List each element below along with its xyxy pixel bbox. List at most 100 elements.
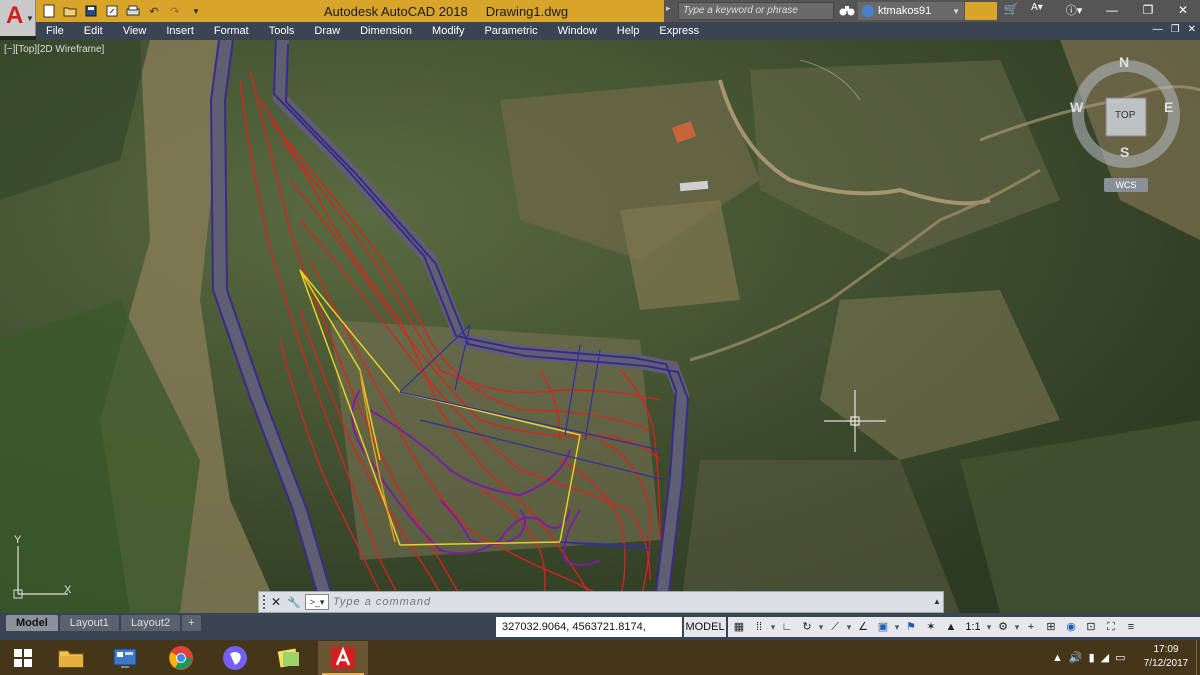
annotation-visibility-icon[interactable]: ⚑ (902, 618, 920, 636)
undo-icon[interactable]: ↶ (145, 3, 163, 19)
menu-insert[interactable]: Insert (156, 22, 204, 40)
menu-file[interactable]: File (36, 22, 74, 40)
command-input[interactable] (333, 593, 927, 611)
doc-restore-button[interactable]: ❐ (1171, 24, 1180, 35)
menu-window[interactable]: Window (548, 22, 607, 40)
workspace-gear-icon[interactable]: ⚙ (994, 618, 1012, 636)
units-icon[interactable]: ⊞ (1042, 618, 1060, 636)
isolate-objects-icon[interactable]: ◉ (1062, 618, 1080, 636)
menu-help[interactable]: Help (607, 22, 650, 40)
customize-icon[interactable]: ▾ (187, 3, 205, 19)
auto-scale-icon[interactable]: ✶ (922, 618, 940, 636)
tab-model[interactable]: Model (6, 615, 58, 631)
save-as-icon[interactable] (103, 3, 121, 19)
application-menu-button[interactable]: A ▼ (0, 0, 36, 36)
menu-draw[interactable]: Draw (304, 22, 350, 40)
chevron-right-icon[interactable]: ▸ (666, 3, 676, 19)
model-space-button[interactable]: MODEL (684, 617, 726, 637)
menu-view[interactable]: View (113, 22, 157, 40)
chevron-down-icon[interactable]: ▾ (894, 618, 900, 636)
search-input[interactable]: Type a keyword or phrase (678, 2, 834, 20)
autocad-logo: A (6, 2, 24, 29)
ortho-icon[interactable]: ∟ (778, 618, 796, 636)
satellite-image (0, 40, 1200, 613)
coordinates-display[interactable]: 327032.9064, 4563721.8174, 0.0000 (496, 617, 682, 653)
compass-north[interactable]: N (1119, 54, 1129, 70)
ucs-x-label: X (64, 584, 72, 596)
chevron-down-icon[interactable]: ▾ (846, 618, 852, 636)
open-icon[interactable] (61, 3, 79, 19)
sticky-notes-icon[interactable] (264, 641, 314, 675)
snap-icon[interactable]: ⁞⁞ (750, 618, 768, 636)
viewcube[interactable]: N S E W TOP WCS (1066, 54, 1186, 234)
menu-express[interactable]: Express (649, 22, 709, 40)
clean-screen-icon[interactable]: ⛶ (1102, 618, 1120, 636)
windows-start-icon[interactable] (0, 640, 46, 675)
annotation-monitor-icon[interactable]: + (1022, 618, 1040, 636)
grid-icon[interactable]: ▦ (730, 618, 748, 636)
new-icon[interactable] (40, 3, 58, 19)
help-icon[interactable]: ⓘ▾ (1060, 2, 1088, 20)
file-explorer-icon[interactable] (46, 641, 96, 675)
chevron-up-icon[interactable]: ▲ (931, 593, 943, 611)
action-center-icon[interactable]: ▭ (1115, 651, 1125, 664)
viewcube-top-face[interactable]: TOP (1115, 110, 1135, 121)
autocad-taskbar-icon[interactable] (318, 641, 368, 675)
chevron-down-icon[interactable]: ▾ (818, 618, 824, 636)
chevron-down-icon[interactable]: ▾ (986, 618, 992, 636)
annotation-scale-icon[interactable]: ▲ (942, 618, 960, 636)
viewport-controls-label[interactable]: [−][Top][2D Wireframe] (4, 44, 104, 55)
osnap-icon[interactable]: ∠ (854, 618, 872, 636)
drawing-viewport[interactable]: [−][Top][2D Wireframe] N S E W TOP WCS Y… (0, 40, 1200, 613)
chevron-up-icon[interactable]: ▲ (1052, 652, 1063, 664)
tab-layout1[interactable]: Layout1 (59, 615, 119, 631)
minimize-button[interactable]: — (1094, 0, 1130, 22)
recent-commands-icon[interactable]: >_▾ (305, 594, 329, 610)
chrome-icon[interactable] (156, 641, 206, 675)
menu-dimension[interactable]: Dimension (350, 22, 422, 40)
annotation-scale-value[interactable]: 1:1 (962, 618, 984, 636)
show-desktop-button[interactable] (1196, 640, 1200, 675)
sign-in-menu[interactable]: ktmakos91 ▼ (858, 2, 964, 20)
wrench-icon[interactable]: 🔧 (287, 596, 301, 609)
menu-parametric[interactable]: Parametric (474, 22, 547, 40)
user-icon (862, 5, 874, 17)
object-snap-icon[interactable]: ▣ (874, 618, 892, 636)
add-layout-button[interactable]: + (182, 615, 201, 631)
close-icon[interactable]: ✕ (271, 595, 283, 609)
compass-west[interactable]: W (1070, 99, 1083, 115)
menu-modify[interactable]: Modify (422, 22, 474, 40)
menu-format[interactable]: Format (204, 22, 259, 40)
compass-east[interactable]: E (1164, 99, 1173, 115)
polar-icon[interactable]: ↻ (798, 618, 816, 636)
ucs-icon[interactable]: Y X (8, 534, 78, 604)
a360-icon[interactable]: A▾ (1024, 2, 1050, 20)
save-icon[interactable] (82, 3, 100, 19)
doc-close-button[interactable]: ✕ (1188, 24, 1196, 35)
wcs-menu[interactable]: WCS (1104, 178, 1148, 192)
compass-south[interactable]: S (1120, 144, 1129, 160)
battery-icon[interactable]: ▮ (1089, 651, 1095, 664)
chevron-down-icon: ▼ (26, 14, 34, 23)
doc-minimize-button[interactable]: — (1153, 24, 1163, 35)
chevron-down-icon[interactable]: ▾ (1014, 618, 1020, 636)
menu-tools[interactable]: Tools (259, 22, 305, 40)
restore-button[interactable]: ❐ (1130, 0, 1166, 22)
viber-icon[interactable] (210, 641, 260, 675)
menu-edit[interactable]: Edit (74, 22, 113, 40)
redo-icon[interactable]: ↷ (166, 3, 184, 19)
binoculars-icon[interactable] (838, 3, 856, 19)
print-icon[interactable] (124, 3, 142, 19)
customization-icon[interactable]: ≡ (1122, 618, 1140, 636)
chevron-down-icon[interactable]: ▾ (770, 618, 776, 636)
close-button[interactable]: ✕ (1166, 0, 1200, 22)
volume-icon[interactable]: 🔊 (1069, 651, 1083, 664)
control-panel-icon[interactable] (100, 641, 150, 675)
wifi-icon[interactable]: ◢ (1101, 651, 1109, 664)
drag-handle[interactable] (263, 595, 267, 609)
taskbar-clock[interactable]: 17:09 7/12/2017 (1136, 643, 1196, 673)
tab-layout2[interactable]: Layout2 (120, 615, 181, 631)
hardware-acceleration-icon[interactable]: ⊡ (1082, 618, 1100, 636)
cart-icon[interactable]: 🛒 (1000, 2, 1022, 20)
isodraft-icon[interactable]: ⟋ (826, 618, 844, 636)
